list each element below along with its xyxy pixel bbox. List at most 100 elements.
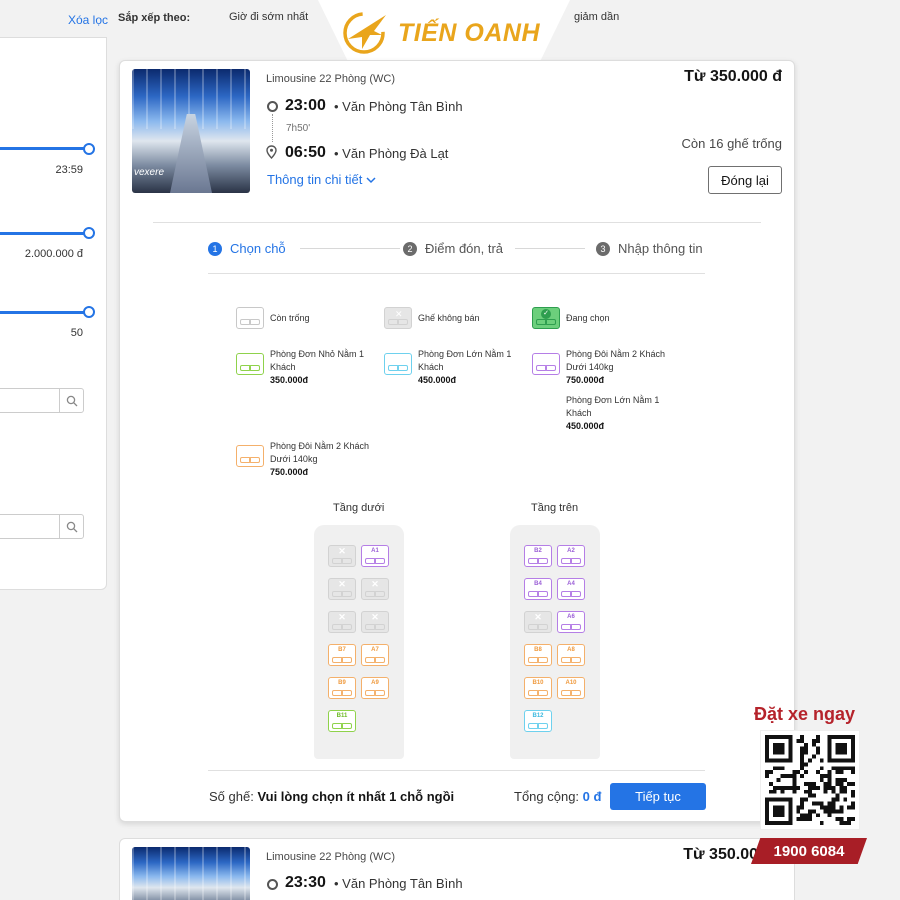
time-max-value: 23:59 bbox=[55, 164, 83, 176]
legend-type-large-single: Phòng Đơn Lớn Nằm 1 Khách 450.000đ bbox=[418, 349, 512, 385]
price-max-value: 2.000.000 đ bbox=[24, 248, 83, 260]
seat-a8[interactable]: A8 bbox=[557, 644, 585, 666]
continue-button[interactable]: Tiếp tục bbox=[610, 783, 706, 810]
lower-deck-title: Tầng dưới bbox=[333, 502, 385, 514]
legend-type-icon bbox=[236, 445, 264, 467]
seats-left: Còn 16 ghế trống bbox=[681, 136, 782, 151]
legend-type-large-single-alt: Phòng Đơn Lớn Nằm 1 Khách 450.000đ bbox=[566, 395, 660, 431]
legend-type-icon bbox=[236, 353, 264, 375]
seat-count: Số ghế: Vui lòng chọn ít nhất 1 chỗ ngồi bbox=[209, 789, 455, 804]
seat-a9[interactable]: A9 bbox=[361, 677, 389, 699]
price-slider-track[interactable] bbox=[0, 232, 89, 235]
legend-type-small-single: Phòng Đơn Nhỏ Nằm 1 Khách 350.000đ bbox=[270, 349, 364, 385]
price-slider-handle[interactable] bbox=[83, 227, 95, 239]
total-price: Tổng cộng: 0 đ bbox=[514, 789, 602, 804]
seat-unavailable: ✕ bbox=[361, 611, 389, 633]
step-connector bbox=[300, 248, 400, 249]
bus-photo bbox=[132, 847, 250, 900]
timeline-line bbox=[272, 114, 273, 142]
upper-deck: B2 A2 B4 A4 ✕ A6 B8 A8 B10 A10 B12 bbox=[510, 525, 600, 759]
seat-a4[interactable]: A4 bbox=[557, 578, 585, 600]
trip-card-2[interactable]: Limousine 22 Phòng (WC) Từ 350.00 23:30 … bbox=[119, 838, 795, 900]
bus-type: Limousine 22 Phòng (WC) bbox=[266, 73, 396, 85]
close-icon: ✕ bbox=[534, 612, 542, 622]
divider bbox=[153, 222, 761, 223]
hotline-badge[interactable]: 1900 6084 bbox=[751, 838, 867, 864]
sort-option-desc[interactable]: giảm dần bbox=[574, 11, 619, 23]
seat-b4[interactable]: B4 bbox=[524, 578, 552, 600]
time-slider-handle[interactable] bbox=[83, 143, 95, 155]
sort-label: Sắp xếp theo: bbox=[118, 12, 191, 24]
seat-a10[interactable]: A10 bbox=[557, 677, 585, 699]
trip-price: Từ 350.00 bbox=[683, 846, 758, 863]
search-icon[interactable] bbox=[59, 515, 83, 538]
brand-logo: TIẾN OANH bbox=[318, 0, 570, 62]
filter-search-input-1[interactable] bbox=[0, 388, 84, 413]
seats-max-value: 50 bbox=[70, 327, 83, 339]
steps-underline bbox=[208, 273, 705, 274]
logo-plane-icon bbox=[343, 12, 386, 54]
trip-detail-link[interactable]: Thông tin chi tiết bbox=[267, 172, 376, 187]
logo-text: TIẾN OANH bbox=[398, 19, 540, 47]
trip-card: vexere Limousine 22 Phòng (WC) Từ 350.00… bbox=[119, 60, 795, 822]
seat-b9[interactable]: B9 bbox=[328, 677, 356, 699]
step-connector bbox=[515, 248, 585, 249]
legend-type-icon bbox=[532, 353, 560, 375]
depart-time: 23:00 bbox=[285, 97, 326, 114]
filter-search-input-2[interactable] bbox=[0, 514, 84, 539]
time-slider-track[interactable] bbox=[0, 147, 89, 150]
legend-not-sold-label: Ghế không bán bbox=[418, 313, 480, 323]
seat-a6[interactable]: A6 bbox=[557, 611, 585, 633]
close-icon: ✕ bbox=[338, 546, 346, 556]
sort-option-earliest[interactable]: Giờ đi sớm nhất bbox=[229, 11, 308, 23]
seat-a2[interactable]: A2 bbox=[557, 545, 585, 567]
trip-price: Từ 350.000 đ bbox=[684, 68, 782, 85]
trip-duration: 7h50' bbox=[286, 123, 311, 134]
seat-b10[interactable]: B10 bbox=[524, 677, 552, 699]
seat-unavailable: ✕ bbox=[524, 611, 552, 633]
legend-type-icon bbox=[384, 353, 412, 375]
depart-place: • Văn Phòng Tân Bình bbox=[334, 99, 463, 114]
lower-deck: ✕ A1 ✕ ✕ ✕ ✕ B7 A7 B9 A9 B11 bbox=[314, 525, 404, 759]
seat-unavailable: ✕ bbox=[328, 611, 356, 633]
upper-deck-title: Tầng trên bbox=[531, 502, 579, 514]
bus-type: Limousine 22 Phòng (WC) bbox=[266, 851, 396, 863]
location-pin-icon bbox=[266, 145, 277, 159]
seat-b7[interactable]: B7 bbox=[328, 644, 356, 666]
legend-not-sold-icon: ✕ bbox=[384, 307, 412, 329]
divider bbox=[208, 770, 705, 771]
search-icon[interactable] bbox=[59, 389, 83, 412]
close-icon: ✕ bbox=[371, 612, 379, 622]
seat-unavailable: ✕ bbox=[328, 545, 356, 567]
arrive-place: • Văn Phòng Đà Lạt bbox=[334, 146, 449, 161]
depart-place: • Văn Phòng Tân Bình bbox=[334, 876, 463, 891]
legend-type-double: Phòng Đôi Nằm 2 Khách Dưới 140kg 750.000đ bbox=[566, 349, 666, 385]
legend-selected-icon: ✓ bbox=[532, 307, 560, 329]
seat-a7[interactable]: A7 bbox=[361, 644, 389, 666]
close-icon: ✕ bbox=[371, 579, 379, 589]
seat-b2[interactable]: B2 bbox=[524, 545, 552, 567]
legend-available-label: Còn trống bbox=[270, 313, 310, 323]
photo-watermark: vexere bbox=[134, 167, 165, 178]
clear-filters-link[interactable]: Xóa lọc bbox=[68, 13, 108, 27]
legend-available-icon bbox=[236, 307, 264, 329]
depart-time: 23:30 bbox=[285, 874, 326, 891]
seat-b8[interactable]: B8 bbox=[524, 644, 552, 666]
seat-b12[interactable]: B12 bbox=[524, 710, 552, 732]
legend-type-double-orange: Phòng Đôi Nằm 2 Khách Dưới 140kg 750.000đ bbox=[270, 441, 370, 477]
close-icon: ✕ bbox=[338, 579, 346, 589]
chevron-down-icon bbox=[366, 177, 376, 184]
seat-slider-track[interactable] bbox=[0, 311, 89, 314]
seat-b11[interactable]: B11 bbox=[328, 710, 356, 732]
filter-panel: 23:59 2.000.000 đ 50 bbox=[0, 37, 107, 590]
step-enter-info[interactable]: 3 Nhập thông tin bbox=[596, 241, 703, 256]
seat-slider-handle[interactable] bbox=[83, 306, 95, 318]
seat-unavailable: ✕ bbox=[328, 578, 356, 600]
close-icon: ✕ bbox=[338, 612, 346, 622]
step-pickup-dropoff[interactable]: 2 Điểm đón, trả bbox=[403, 241, 503, 256]
legend-selected-label: Đang chọn bbox=[566, 313, 610, 323]
bus-photo: vexere bbox=[132, 69, 250, 193]
close-button[interactable]: Đóng lại bbox=[708, 166, 782, 194]
seat-a1[interactable]: A1 bbox=[361, 545, 389, 567]
step-choose-seat[interactable]: 1 Chọn chỗ bbox=[208, 241, 286, 256]
